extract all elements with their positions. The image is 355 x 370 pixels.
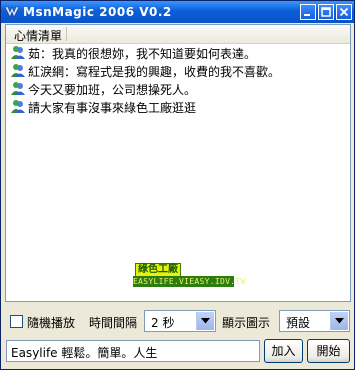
list-item-text: 茹：我真的很想妳，我不知道要如何表達。 bbox=[28, 47, 257, 61]
window-title: MsnMagic 2006 V0.2 bbox=[23, 5, 172, 19]
list-item[interactable]: 紅淚網：寫程式是我的興趣，收費的我不喜歡。 bbox=[8, 62, 348, 79]
msn-buddy-icon bbox=[10, 44, 26, 60]
minimize-button[interactable] bbox=[300, 4, 316, 20]
column-separator[interactable] bbox=[66, 27, 67, 41]
maximize-button[interactable] bbox=[318, 4, 334, 20]
mood-text-input[interactable]: Easylife 輕鬆。簡單。人生 bbox=[6, 340, 260, 362]
add-button[interactable]: 加入 bbox=[264, 339, 303, 363]
list-item[interactable]: 茹：我真的很想妳，我不知道要如何表達。 bbox=[8, 44, 348, 61]
random-play-label[interactable]: 隨機播放 bbox=[27, 314, 75, 331]
list-item-text: 紅淚網：寫程式是我的興趣，收費的我不喜歡。 bbox=[28, 65, 281, 79]
mood-text-value: Easylife 輕鬆。簡單。人生 bbox=[11, 346, 158, 360]
list-item[interactable]: 請大家有事沒事來綠色工廠逛逛 bbox=[8, 98, 348, 115]
list-item-text: 今天又要加班，公司想操死人。 bbox=[28, 83, 197, 97]
logo-url: EASYLIFE.VIEASY.IDV.TW bbox=[133, 276, 246, 287]
options-bar: 隨機播放 時間間隔 2 秒 顯示圖示 預設 bbox=[1, 309, 354, 335]
column-header-label: 心情清單 bbox=[14, 29, 63, 43]
input-bar: Easylife 輕鬆。簡單。人生 加入 開始 bbox=[1, 338, 354, 366]
close-button[interactable] bbox=[336, 4, 352, 20]
list-item-text: 請大家有事沒事來綠色工廠逛逛 bbox=[28, 101, 197, 115]
list-item[interactable]: 今天又要加班，公司想操死人。 bbox=[8, 80, 348, 97]
display-icon-value: 預設 bbox=[286, 316, 311, 330]
app-icon bbox=[4, 4, 20, 20]
start-button[interactable]: 開始 bbox=[307, 339, 350, 363]
mood-list[interactable]: 心情清單 茹：我真的很想妳，我不知道要如何表達。 紅淚網：寫程式是我的興趣，收費… bbox=[5, 24, 351, 302]
display-icon-select[interactable]: 預設 bbox=[279, 310, 350, 332]
title-bar[interactable]: MsnMagic 2006 V0.2 bbox=[1, 1, 354, 23]
msnmagic-window: MsnMagic 2006 V0.2 心情清單 茹：我真的很想妳，我不知道要如何… bbox=[0, 0, 355, 370]
interval-select[interactable]: 2 秒 bbox=[144, 310, 216, 332]
chevron-down-icon[interactable] bbox=[330, 312, 348, 330]
interval-value: 2 秒 bbox=[151, 316, 175, 330]
chevron-down-icon[interactable] bbox=[196, 312, 214, 330]
green-factory-logo: 綠色工廠 EASYLIFE.VIEASY.IDV.TW bbox=[133, 263, 246, 288]
msn-buddy-icon bbox=[10, 98, 26, 114]
msn-buddy-icon bbox=[10, 80, 26, 96]
random-play-checkbox[interactable] bbox=[10, 315, 23, 328]
logo-title: 綠色工廠 bbox=[135, 263, 181, 277]
interval-label: 時間間隔 bbox=[89, 316, 138, 330]
msn-buddy-icon bbox=[10, 62, 26, 78]
mood-list-column-header[interactable]: 心情清單 bbox=[6, 25, 350, 44]
display-icon-label: 顯示圖示 bbox=[222, 316, 271, 330]
